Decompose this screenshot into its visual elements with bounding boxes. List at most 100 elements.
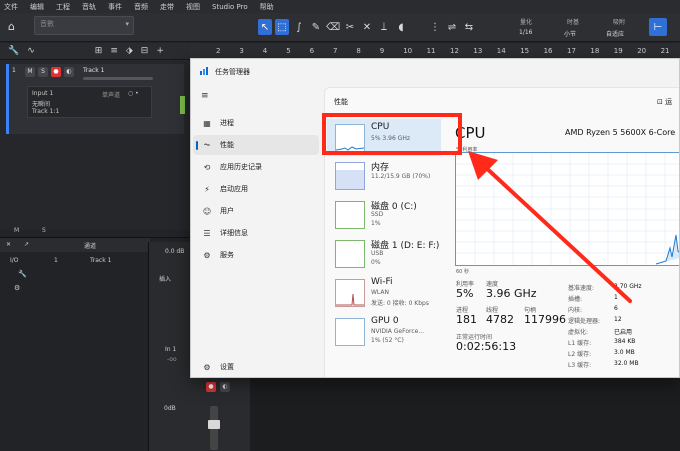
- resource-gpu[interactable]: GPU 0 NVIDIA GeForce... 1% (52 °C): [327, 313, 441, 350]
- sidebar-item-app-history[interactable]: ⟲ 应用历史记录: [193, 157, 319, 177]
- menu-view[interactable]: 视图: [186, 2, 200, 12]
- home-icon[interactable]: ⌂: [8, 20, 15, 33]
- resource-disk-0[interactable]: 磁盘 0 (C:) SSD 1%: [327, 196, 441, 233]
- add-track-icon[interactable]: +: [156, 46, 164, 56]
- resource-memory[interactable]: 内存 11.2/15.9 GB (70%): [327, 157, 441, 194]
- menu-edit[interactable]: 编辑: [30, 2, 44, 12]
- wrench-icon[interactable]: 🔧: [8, 46, 19, 56]
- run-new-task-button[interactable]: ⊡ 运: [657, 97, 672, 107]
- sidebar-item-processes[interactable]: ▦ 进程: [193, 113, 319, 133]
- grid-icon[interactable]: ⋮: [428, 19, 442, 35]
- monitor-button[interactable]: ◐: [64, 67, 74, 77]
- chevron-down-icon: ▾: [125, 20, 129, 28]
- mixer-fader-handle[interactable]: [208, 420, 220, 429]
- list-icon[interactable]: ≡: [110, 46, 118, 56]
- eraser-tool-icon[interactable]: ⌫: [326, 19, 340, 35]
- ruler-tick: 7: [333, 47, 338, 55]
- ruler-tick: 11: [426, 47, 436, 55]
- hamburger-icon[interactable]: ≡: [201, 91, 209, 101]
- menu-audio[interactable]: 音频: [134, 2, 148, 12]
- quantize-value[interactable]: 1/16: [519, 29, 532, 36]
- ruler-tick: 14: [496, 47, 506, 55]
- mute-tool-icon[interactable]: ✕: [360, 19, 374, 35]
- page-title: 性能: [334, 98, 348, 106]
- menu-transport[interactable]: 走带: [160, 2, 174, 12]
- resource-sub2: 1%: [371, 220, 381, 227]
- sidebar-item-startup[interactable]: ⚡ 启动应用: [193, 179, 319, 199]
- mute-button[interactable]: M: [25, 67, 35, 77]
- expand-arrow-icon[interactable]: ↗: [24, 241, 29, 248]
- mixer-channel-strip: 0.0 dB 插入 In 1 -oo 0dB: [148, 242, 190, 451]
- expand-icon[interactable]: ⊞: [95, 46, 103, 56]
- timebase-label: 时基: [567, 19, 580, 26]
- plugin-icon[interactable]: ⚙: [14, 284, 20, 292]
- menu-studio-pro[interactable]: Studio Pro: [212, 3, 248, 11]
- spec-value: 3.70 GHz: [614, 283, 642, 290]
- track-volume-fader[interactable]: [83, 77, 153, 80]
- processes-icon: ▦: [203, 118, 211, 128]
- ruler-tick: 17: [567, 47, 576, 55]
- s-label: S: [42, 227, 46, 234]
- ruler-tick: 4: [262, 47, 268, 55]
- daw-menubar: 文件 编辑 工程 音轨 事件 音频 走带 视图 Studio Pro 帮助: [0, 0, 680, 13]
- menu-track[interactable]: 音轨: [82, 2, 96, 12]
- tag-icon[interactable]: ⬗: [126, 46, 133, 56]
- proc-stat-value: 181: [456, 313, 477, 326]
- close-icon[interactable]: ✕: [6, 241, 11, 248]
- level-readout: -oo: [167, 356, 177, 363]
- menu-file[interactable]: 文件: [4, 2, 18, 12]
- sidebar-item-label: 服务: [220, 251, 234, 259]
- io-label[interactable]: I/O: [10, 257, 19, 264]
- insert-label[interactable]: 插入: [159, 274, 171, 283]
- range-tool-icon[interactable]: ⬚: [275, 19, 289, 35]
- gpu-thumbnail: [335, 318, 365, 346]
- track-row[interactable]: 1 M S ● ◐ Track 1 Input 1 单声道 ○ • 无瞬间 Tr…: [6, 64, 184, 134]
- bend-tool-icon[interactable]: ⟘: [377, 19, 391, 35]
- menu-event[interactable]: 事件: [108, 2, 122, 12]
- mixer-monitor-button[interactable]: ◐: [220, 382, 230, 392]
- resource-sub: SSD: [371, 211, 384, 218]
- track-name[interactable]: Track 1: [83, 67, 104, 74]
- sidebar-item-performance[interactable]: ⏦ 性能: [193, 135, 319, 155]
- ruler-tick: 19: [613, 47, 623, 55]
- listen-tool-icon[interactable]: ◖: [394, 19, 408, 35]
- menu-project[interactable]: 工程: [56, 2, 70, 12]
- solo-button[interactable]: S: [38, 67, 48, 77]
- track-color-strip: [180, 96, 185, 114]
- mixer-fader[interactable]: [208, 406, 220, 450]
- snap-icon[interactable]: ⇌: [445, 19, 459, 35]
- wrench-icon[interactable]: 🔧: [18, 270, 27, 278]
- select-tool-icon[interactable]: ↖: [258, 19, 272, 35]
- resource-wifi[interactable]: Wi-Fi WLAN 发送: 0 接收: 0 Kbps: [327, 274, 441, 311]
- punch-icon[interactable]: ⊢: [649, 18, 667, 36]
- spec-key: L2 缓存:: [568, 351, 592, 358]
- memory-thumbnail: [335, 162, 365, 190]
- resource-sub2: 发送: 0 接收: 0 Kbps: [371, 300, 429, 307]
- automation-icon[interactable]: ∿: [27, 46, 35, 56]
- split-tool-icon[interactable]: ✂: [343, 19, 357, 35]
- track-instrument[interactable]: Track 1:1: [32, 108, 59, 115]
- pencil-tool-icon[interactable]: ✎: [309, 19, 323, 35]
- tool-group: ↖ ⬚ ∫ ✎ ⌫ ✂ ✕ ⟘ ◖: [258, 17, 408, 37]
- ripple-icon[interactable]: ⇆: [462, 19, 476, 35]
- track-input[interactable]: Input 1: [32, 90, 53, 97]
- input-label[interactable]: In 1: [165, 346, 176, 353]
- curve-tool-icon[interactable]: ∫: [292, 19, 306, 35]
- record-button[interactable]: ●: [51, 67, 61, 77]
- track-none[interactable]: 无瞬间: [32, 99, 50, 108]
- preset-dropdown[interactable]: 音數 ▾: [34, 16, 134, 35]
- sidebar-item-users[interactable]: ☺ 用户: [193, 201, 319, 221]
- sidebar-item-settings[interactable]: ⚙ 设置: [193, 357, 319, 377]
- sidebar-item-details[interactable]: ☰ 详细信息: [193, 223, 319, 243]
- resource-disk-1[interactable]: 磁盘 1 (D: E: F:) USB 0%: [327, 235, 441, 272]
- snap-value[interactable]: 自适应: [606, 29, 624, 38]
- sidebar-item-services[interactable]: ⚙ 服务: [193, 245, 319, 265]
- collapse-icon[interactable]: ⊟: [141, 46, 149, 56]
- spec-value: 12: [614, 316, 622, 323]
- spec-value: 384 KB: [614, 338, 636, 345]
- mixer-record-button[interactable]: ●: [206, 382, 216, 392]
- record-mode-icon[interactable]: ○ •: [128, 90, 139, 97]
- menu-help[interactable]: 帮助: [260, 2, 274, 12]
- timebase-value[interactable]: 小节: [564, 29, 576, 38]
- sidebar-item-label: 详细信息: [220, 229, 248, 237]
